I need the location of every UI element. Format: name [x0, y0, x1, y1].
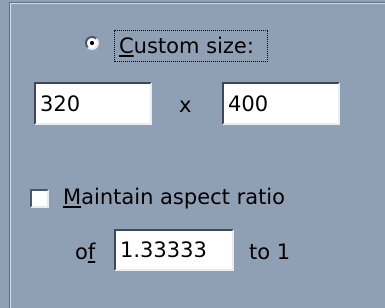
custom-size-radio[interactable]	[85, 36, 99, 50]
height-input[interactable]	[222, 82, 340, 125]
maintain-aspect-ratio-mnemonic: M	[63, 185, 82, 209]
ratio-of-label: of	[75, 240, 95, 264]
custom-size-label-text: ustom size:	[133, 34, 254, 58]
group-frame-left-highlight	[10, 3, 11, 308]
maintain-aspect-ratio-checkbox[interactable]	[30, 189, 49, 208]
width-input[interactable]	[34, 82, 152, 125]
dimension-separator: x	[179, 93, 192, 117]
ratio-of-label-text: o	[75, 240, 88, 264]
ratio-to-label: to 1	[249, 240, 291, 264]
group-frame-top-highlight	[10, 3, 385, 4]
radio-selected-dot	[90, 41, 94, 45]
custom-size-label[interactable]: Custom size:	[119, 34, 254, 58]
maintain-aspect-ratio-text: aintain aspect ratio	[81, 185, 285, 209]
maintain-aspect-ratio-label[interactable]: Maintain aspect ratio	[63, 185, 285, 209]
custom-size-label-mnemonic: C	[119, 34, 134, 58]
ratio-of-label-mnemonic: f	[87, 240, 96, 264]
aspect-ratio-input[interactable]	[114, 229, 234, 271]
